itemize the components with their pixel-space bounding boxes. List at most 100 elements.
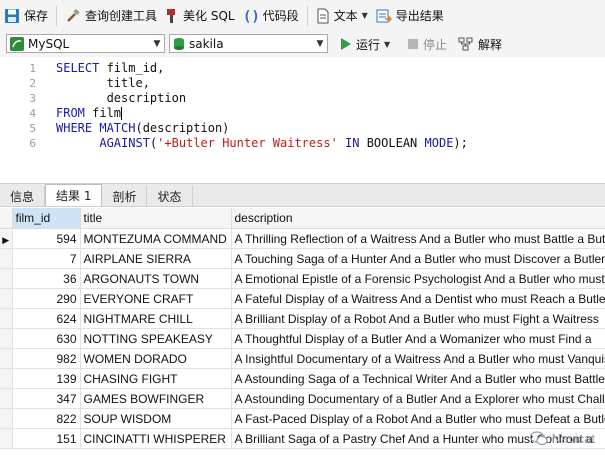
row-header[interactable] [0,348,13,369]
wechat-icon [529,431,548,446]
row-header[interactable] [0,428,13,449]
table-row[interactable]: 7 AIRPLANE SIERRA A Touching Saga of a Hun… [0,248,605,269]
toolbar-divider [306,5,308,26]
chevron-down-icon[interactable]: ▼ [313,39,327,49]
query-builder-button[interactable]: 查询创建工具 [61,4,161,28]
explain-label: 解释 [478,37,503,52]
table-row[interactable]: 624 NIGHTMARE CHILL A Brilliant Display of… [0,308,605,329]
cell-title[interactable]: EVERYONE CRAFT [80,288,232,309]
row-header[interactable] [0,328,13,349]
tab-profile[interactable]: 剖析 [102,186,148,206]
current-row-indicator-icon: ▶ [2,234,10,245]
table-row[interactable]: ▶ 594 MONTEZUMA COMMAND A Thrilling Reflect… [0,228,605,249]
query-builder-icon [67,8,80,22]
cell-film-id[interactable]: 290 [12,288,81,309]
row-header[interactable]: ▶ [0,228,13,249]
line-number: 6 [29,137,36,150]
row-header[interactable] [0,308,13,329]
explain-button[interactable]: 解释 [454,32,506,56]
row-header[interactable] [0,368,13,389]
cell-film-id[interactable]: 982 [12,348,81,369]
text-button[interactable]: 文本 ▼ [312,4,372,28]
line-number: 5 [29,122,36,135]
cell-title[interactable]: GAMES BOWFINGER [80,388,232,409]
export-icon [376,9,392,23]
cell-title[interactable]: CINCINATTI WHISPERER [80,428,232,449]
cell-film-id[interactable]: 630 [12,328,81,349]
text-cursor [121,107,123,120]
row-header[interactable] [0,248,13,269]
cell-title[interactable]: ARGONAUTS TOWN [80,268,232,289]
cell-title[interactable]: WOMEN DORADO [80,348,232,369]
cell-film-id[interactable]: 347 [12,388,81,409]
run-button[interactable]: 运行 ▼ [336,32,394,56]
cell-description[interactable]: A Astounding Documentary of a Butler And… [231,388,605,409]
column-header-film-id[interactable]: film_id [12,208,81,229]
code-line: title, [56,76,150,90]
tab-info[interactable]: 信息 [0,186,46,206]
cell-title[interactable]: NIGHTMARE CHILL [80,308,232,329]
cell-description[interactable]: A Touching Saga of a Hunter And a Butler… [231,248,605,269]
sql-editor[interactable]: 1 2 3 4 5 6 SELECT film_id, title, descr… [0,57,605,181]
cell-film-id[interactable]: 7 [12,248,81,269]
database-icon [173,37,185,51]
code-line: description [56,91,187,105]
row-header[interactable] [0,388,13,409]
cell-description[interactable]: A Thoughtful Display of a Butler And a W… [231,328,605,349]
stop-icon [408,39,418,49]
cell-film-id[interactable]: 36 [12,268,81,289]
tab-result-1[interactable]: 结果 1 [45,184,103,206]
line-number: 2 [29,77,36,90]
connection-select[interactable]: MySQL ▼ [6,34,165,53]
cell-film-id[interactable]: 594 [12,228,81,249]
tab-status[interactable]: 状态 [147,186,193,206]
table-row[interactable]: 347 GAMES BOWFINGER A Astounding Documenta… [0,388,605,409]
save-button[interactable]: 保存 [0,4,52,28]
query-builder-label: 查询创建工具 [85,9,158,23]
line-number: 1 [29,62,36,75]
cell-title[interactable]: SOUP WISDOM [80,408,232,429]
text-label: 文本 [333,9,358,23]
line-number: 3 [29,92,36,105]
column-header-title[interactable]: title [80,208,232,229]
table-row[interactable]: 630 NOTTING SPEAKEASY A Thoughtful Display… [0,328,605,349]
cell-description[interactable]: A Fateful Display of a Waitress And a De… [231,288,605,309]
stop-button[interactable]: 停止 [403,32,451,56]
beautify-icon [167,8,176,23]
column-header-description[interactable]: description [231,208,605,229]
cell-title[interactable]: NOTTING SPEAKEASY [80,328,232,349]
table-row[interactable]: 36 ARGONAUTS TOWN A Emotional Epistle of a… [0,268,605,289]
cell-description[interactable]: A Brilliant Display of a Robot And a But… [231,308,605,329]
cell-title[interactable]: MONTEZUMA COMMAND [80,228,232,249]
row-header[interactable] [0,408,13,429]
cell-description[interactable]: A Astounding Saga of a Technical Writer … [231,368,605,389]
beautify-sql-button[interactable]: 美化 SQL [161,4,239,28]
cell-title[interactable]: CHASING FIGHT [80,368,232,389]
cell-description[interactable]: A Fast-Paced Display of a Robot And a Bu… [231,408,605,429]
chevron-down-icon[interactable]: ▼ [150,39,164,49]
export-results-button[interactable]: 导出结果 [372,4,448,28]
cell-film-id[interactable]: 139 [12,368,81,389]
table-row[interactable]: 982 WOMEN DORADO A Insightful Documentary … [0,348,605,369]
row-header[interactable] [0,288,13,309]
corner-cell [0,208,13,229]
chevron-down-icon[interactable]: ▼ [384,40,390,49]
table-row[interactable]: 139 CHASING FIGHT A Astounding Saga of a T… [0,368,605,389]
chevron-down-icon[interactable]: ▼ [362,11,368,20]
row-header[interactable] [0,268,13,289]
database-select[interactable]: sakila ▼ [169,34,328,53]
cell-film-id[interactable]: 822 [12,408,81,429]
table-row[interactable]: 822 SOUP WISDOM A Fast-Paced Display of a … [0,408,605,429]
code-line: WHERE MATCH(description) [56,121,230,135]
cell-description[interactable]: A Thrilling Reflection of a Waitress And… [231,228,605,249]
cell-title[interactable]: AIRPLANE SIERRA [80,248,232,269]
cell-film-id[interactable]: 151 [12,428,81,449]
snippet-button[interactable]: () 代码段 [239,4,303,28]
table-row[interactable]: 290 EVERYONE CRAFT A Fateful Display of a … [0,288,605,309]
cell-film-id[interactable]: 624 [12,308,81,329]
table-row[interactable]: 151 CINCINATTI WHISPERER A Brilliant Saga … [0,428,605,449]
document-icon [317,8,329,23]
cell-description[interactable]: A Insightful Documentary of a Waitress A… [231,348,605,369]
watermark-text: Navicat [551,431,595,446]
cell-description[interactable]: A Emotional Epistle of a Forensic Psycho… [231,268,605,289]
